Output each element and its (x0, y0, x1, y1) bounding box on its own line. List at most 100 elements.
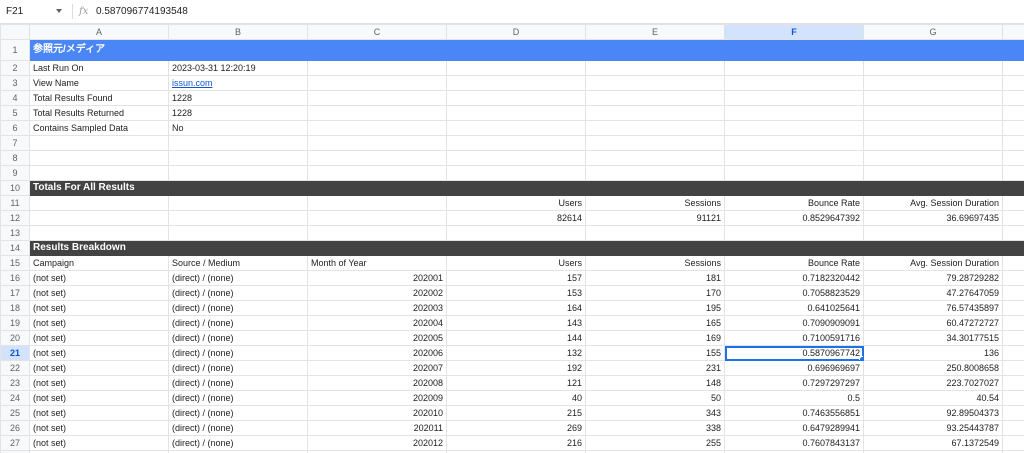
column-header-d[interactable]: D (446, 24, 586, 40)
cell-g15[interactable]: Avg. Session Duration (863, 255, 1003, 271)
cell-e11[interactable]: Sessions (585, 195, 725, 211)
cell-a2[interactable]: Last Run On (29, 60, 169, 76)
cell-d19[interactable]: 143 (446, 315, 586, 331)
cell-f4[interactable] (724, 90, 864, 106)
row-header[interactable]: 25 (0, 405, 30, 421)
cell-a6[interactable]: Contains Sampled Data (29, 120, 169, 136)
cell-h12[interactable] (1002, 210, 1024, 226)
cell-c4[interactable] (307, 90, 447, 106)
cell-c10[interactable] (307, 180, 447, 196)
cell-c15[interactable]: Month of Year (307, 255, 447, 271)
cell-c1[interactable] (307, 39, 447, 61)
cell-e17[interactable]: 170 (585, 285, 725, 301)
cell-h22[interactable] (1002, 360, 1024, 376)
row-header[interactable]: 16 (0, 270, 30, 286)
cell-d9[interactable] (446, 165, 586, 181)
cell-f24[interactable]: 0.5 (724, 390, 864, 406)
cell-b1[interactable] (168, 39, 308, 61)
cell-a17[interactable]: (not set) (29, 285, 169, 301)
cell-c21[interactable]: 202006 (307, 345, 447, 361)
cell-g13[interactable] (863, 225, 1003, 241)
cell-b19[interactable]: (direct) / (none) (168, 315, 308, 331)
cell-a24[interactable]: (not set) (29, 390, 169, 406)
cell-h3[interactable] (1002, 75, 1024, 91)
row-header[interactable]: 6 (0, 120, 30, 136)
cell-e3[interactable] (585, 75, 725, 91)
cell-d15[interactable]: Users (446, 255, 586, 271)
cell-e20[interactable]: 169 (585, 330, 725, 346)
column-header-f[interactable]: F (724, 24, 864, 40)
cell-d16[interactable]: 157 (446, 270, 586, 286)
cell-b25[interactable]: (direct) / (none) (168, 405, 308, 421)
cell-h21[interactable] (1002, 345, 1024, 361)
cell-f2[interactable] (724, 60, 864, 76)
cell-c13[interactable] (307, 225, 447, 241)
cell-g19[interactable]: 60.47272727 (863, 315, 1003, 331)
cell-h13[interactable] (1002, 225, 1024, 241)
row-header[interactable]: 15 (0, 255, 30, 271)
cell-f5[interactable] (724, 105, 864, 121)
cell-f17[interactable]: 0.7058823529 (724, 285, 864, 301)
cell-e19[interactable]: 165 (585, 315, 725, 331)
cell-h16[interactable] (1002, 270, 1024, 286)
cell-d12[interactable]: 82614 (446, 210, 586, 226)
cell-c17[interactable]: 202002 (307, 285, 447, 301)
cell-e22[interactable]: 231 (585, 360, 725, 376)
cell-h18[interactable] (1002, 300, 1024, 316)
cell-g7[interactable] (863, 135, 1003, 151)
cell-e24[interactable]: 50 (585, 390, 725, 406)
cell-f22[interactable]: 0.696969697 (724, 360, 864, 376)
cell-h8[interactable] (1002, 150, 1024, 166)
row-header[interactable]: 14 (0, 240, 30, 256)
cell-a1[interactable]: 参照元/メディア (29, 39, 169, 61)
cell-c23[interactable]: 202008 (307, 375, 447, 391)
row-header[interactable]: 17 (0, 285, 30, 301)
cell-d1[interactable] (446, 39, 586, 61)
cell-e25[interactable]: 343 (585, 405, 725, 421)
cell-e9[interactable] (585, 165, 725, 181)
cell-h5[interactable] (1002, 105, 1024, 121)
row-header[interactable]: 5 (0, 105, 30, 121)
cell-g20[interactable]: 34.30177515 (863, 330, 1003, 346)
cell-h11[interactable] (1002, 195, 1024, 211)
cell-a15[interactable]: Campaign (29, 255, 169, 271)
cell-b11[interactable] (168, 195, 308, 211)
cell-f6[interactable] (724, 120, 864, 136)
cell-c2[interactable] (307, 60, 447, 76)
cell-a7[interactable] (29, 135, 169, 151)
cell-b2[interactable]: 2023-03-31 12:20:19 (168, 60, 308, 76)
cell-c20[interactable]: 202005 (307, 330, 447, 346)
cell-g9[interactable] (863, 165, 1003, 181)
cell-g11[interactable]: Avg. Session Duration (863, 195, 1003, 211)
cell-c16[interactable]: 202001 (307, 270, 447, 286)
cell-e23[interactable]: 148 (585, 375, 725, 391)
cell-g17[interactable]: 47.27647059 (863, 285, 1003, 301)
cell-g22[interactable]: 250.8008658 (863, 360, 1003, 376)
cell-a20[interactable]: (not set) (29, 330, 169, 346)
cell-b5[interactable]: 1228 (168, 105, 308, 121)
cell-d20[interactable]: 144 (446, 330, 586, 346)
cell-h14[interactable] (1002, 240, 1024, 256)
cell-h17[interactable] (1002, 285, 1024, 301)
row-header[interactable]: 10 (0, 180, 30, 196)
cell-g23[interactable]: 223.7027027 (863, 375, 1003, 391)
cell-g27[interactable]: 67.1372549 (863, 435, 1003, 451)
cell-f23[interactable]: 0.7297297297 (724, 375, 864, 391)
row-header[interactable]: 26 (0, 420, 30, 436)
cell-g26[interactable]: 93.25443787 (863, 420, 1003, 436)
row-header[interactable]: 7 (0, 135, 30, 151)
cell-h10[interactable] (1002, 180, 1024, 196)
cell-d2[interactable] (446, 60, 586, 76)
cell-d6[interactable] (446, 120, 586, 136)
cell-h19[interactable] (1002, 315, 1024, 331)
cell-a12[interactable] (29, 210, 169, 226)
cell-f20[interactable]: 0.7100591716 (724, 330, 864, 346)
cell-a14[interactable]: Results Breakdown (29, 240, 169, 256)
column-header-h[interactable] (1002, 24, 1024, 40)
row-header[interactable]: 18 (0, 300, 30, 316)
cell-g3[interactable] (863, 75, 1003, 91)
cell-g4[interactable] (863, 90, 1003, 106)
cell-f8[interactable] (724, 150, 864, 166)
cell-e14[interactable] (585, 240, 725, 256)
cell-g10[interactable] (863, 180, 1003, 196)
